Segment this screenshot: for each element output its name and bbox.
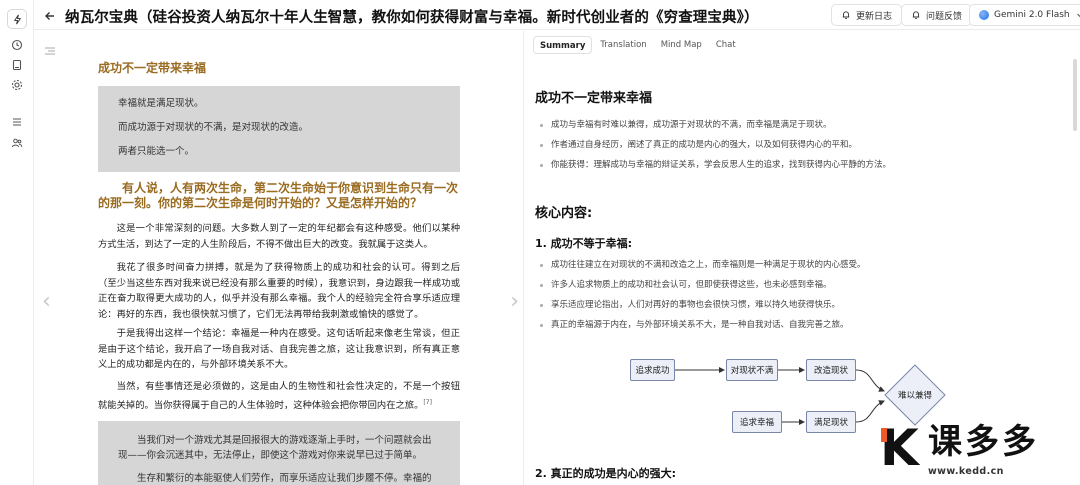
bell-icon bbox=[912, 11, 920, 19]
diagram-edge bbox=[855, 369, 885, 392]
chevron-down-icon bbox=[1076, 13, 1080, 18]
bell-icon bbox=[842, 11, 850, 19]
top-header: 纳瓦尔宝典（硅谷投资人纳瓦尔十年人生智慧，教你如何获得财富与幸福。新时代创业者的… bbox=[34, 0, 1080, 30]
section-heading: 1. 成功不等于幸福: bbox=[535, 237, 633, 250]
quote-block: 幸福就是满足现状。 而成功源于对现状的不满，是对现状的改造。 两者只能选一个。 bbox=[98, 86, 460, 172]
tab-translation[interactable]: Translation bbox=[594, 36, 652, 54]
summary-scrollbar[interactable] bbox=[1073, 59, 1077, 131]
footnote-ref[interactable]: [7] bbox=[423, 399, 432, 406]
list-item: 成功往往建立在对现状的不满和改造之上，而幸福则是一种满足于现状的内心感受。 bbox=[537, 255, 866, 275]
summary-pane: Summary Translation Mind Map Chat 成功不一定带… bbox=[525, 31, 1080, 485]
next-page-chevron-icon[interactable]: › bbox=[510, 289, 519, 314]
node-discontent: 对现状不满 bbox=[726, 359, 778, 381]
node-change: 改造现状 bbox=[806, 359, 856, 381]
doc-paragraph: 这是一个非常深刻的问题。大多数人到了一定的年纪都会有这种感受。他们以某种方式生活… bbox=[98, 223, 460, 250]
logo-accent-bar bbox=[881, 428, 887, 442]
list-icon[interactable] bbox=[10, 115, 24, 129]
intro-bullet-list: 成功与幸福有时难以兼得，成功源于对现状的不满，而幸福是满足于现状。 作者通过自身… bbox=[537, 115, 891, 175]
quote-line: 而成功源于对现状的不满，是对现状的改造。 bbox=[118, 122, 309, 133]
watermark-url: www.kedd.cn bbox=[928, 466, 1004, 477]
document-pane: ‹ › 成功不一定带来幸福 幸福就是满足现状。 而成功源于对现状的不满，是对现状… bbox=[34, 31, 524, 485]
section-heading: 2. 真正的成功是内心的强大: bbox=[535, 467, 677, 480]
toc-toggle-icon[interactable] bbox=[44, 41, 56, 55]
flow-diagram: 追求成功 对现状不满 改造现状 追求幸福 满足现状 难以兼得 bbox=[620, 351, 946, 446]
app-logo-icon[interactable] bbox=[7, 9, 27, 29]
quote-line: 两者只能选一个。 bbox=[118, 146, 195, 157]
tab-bar: Summary Translation Mind Map Chat bbox=[533, 36, 742, 54]
back-arrow-icon[interactable] bbox=[43, 8, 57, 22]
paragraph-text: 当然，有些事情还是必须做的，这是由人的生物性和社会性决定的，不是一个按钮就能关掉… bbox=[98, 381, 460, 411]
update-log-label: 更新日志 bbox=[856, 11, 893, 22]
doc-paragraph: 我花了很多时间奋力拼搏，就是为了获得物质上的成功和社会的认可。得到之后（至少当这… bbox=[98, 262, 460, 320]
quote-line: 幸福就是满足现状。 bbox=[118, 98, 204, 109]
doc-heading: 成功不一定带来幸福 bbox=[98, 61, 207, 75]
doc-paragraph: 当然，有些事情还是必须做的，这是由人的生物性和社会性决定的，不是一个按钮就能关掉… bbox=[98, 379, 460, 413]
core-content-heading: 核心内容: bbox=[535, 206, 593, 221]
history-icon[interactable] bbox=[10, 38, 24, 52]
list-item: 享乐适应理论指出，人们对再好的事物也会很快习惯，难以持久地获得快乐。 bbox=[537, 295, 866, 315]
update-log-button[interactable]: 更新日志 bbox=[831, 4, 903, 26]
settings-icon[interactable] bbox=[10, 78, 24, 92]
book-title: 纳瓦尔宝典（硅谷投资人纳瓦尔十年人生智慧，教你如何获得财富与幸福。新时代创业者的… bbox=[65, 10, 759, 26]
quote-block: 当我们对一个游戏尤其是回报很大的游戏逐渐上手时，一个问题就会出现——你会沉迷其中… bbox=[98, 421, 460, 485]
tab-chat[interactable]: Chat bbox=[710, 36, 742, 54]
list-item: 许多人追求物质上的成功和社会认可，但即使获得这些，也未必感到幸福。 bbox=[537, 275, 866, 295]
users-icon[interactable] bbox=[10, 136, 24, 150]
quote-line: 当我们对一个游戏尤其是回报很大的游戏逐渐上手时，一个问题就会出现——你会沉迷其中… bbox=[118, 435, 432, 461]
feedback-label: 问题反馈 bbox=[926, 11, 963, 22]
list-item: 真正的幸福源于内在，与外部环境关系不大，是一种自我对话、自我完善之旅。 bbox=[537, 315, 866, 335]
quote-line: 生存和繁衍的本能驱使人们劳作，而享乐适应让我们步履不停。幸福的秘诀在于，知 bbox=[137, 473, 432, 484]
model-name: Gemini 2.0 Flash bbox=[994, 10, 1070, 20]
watermark-logo: K 课多多 www.kedd.cn bbox=[880, 420, 1080, 485]
book-icon[interactable] bbox=[10, 58, 24, 72]
summary-title: 成功不一定带来幸福 bbox=[535, 91, 653, 106]
node-pursue-success: 追求成功 bbox=[630, 359, 675, 381]
icon-rail bbox=[0, 0, 34, 485]
tab-mind-map[interactable]: Mind Map bbox=[655, 36, 708, 54]
feedback-button[interactable]: 问题反馈 bbox=[901, 4, 973, 26]
node-content: 满足现状 bbox=[806, 411, 856, 433]
doc-paragraph: 于是我得出这样一个结论：幸福是一种内在感受。这句话听起来像老生常谈，但正是由于这… bbox=[98, 328, 460, 370]
list-item: 作者通过自身经历，阐述了真正的成功是内心的强大，以及如何获得内心的平和。 bbox=[537, 135, 891, 155]
gemini-icon bbox=[979, 10, 989, 20]
model-selector[interactable]: Gemini 2.0 Flash bbox=[969, 4, 1080, 26]
node-pursue-happiness: 追求幸福 bbox=[732, 411, 782, 433]
prev-page-chevron-icon[interactable]: ‹ bbox=[42, 289, 51, 314]
list-item: 成功与幸福有时难以兼得，成功源于对现状的不满，而幸福是满足于现状。 bbox=[537, 115, 891, 135]
list-item: 你能获得：理解成功与幸福的辩证关系，学会反思人生的追求，找到获得内心平静的方法。 bbox=[537, 155, 891, 175]
watermark-brand: 课多多 bbox=[928, 422, 1039, 462]
node-hard-both: 难以兼得 bbox=[897, 391, 932, 401]
doc-question-heading: 有人说，人有两次生命，第二次生命始于你意识到生命只有一次的那一刻。你的第二次生命… bbox=[98, 181, 459, 210]
tab-summary[interactable]: Summary bbox=[533, 36, 593, 54]
section1-bullet-list: 成功往往建立在对现状的不满和改造之上，而幸福则是一种满足于现状的内心感受。 许多… bbox=[537, 255, 866, 335]
